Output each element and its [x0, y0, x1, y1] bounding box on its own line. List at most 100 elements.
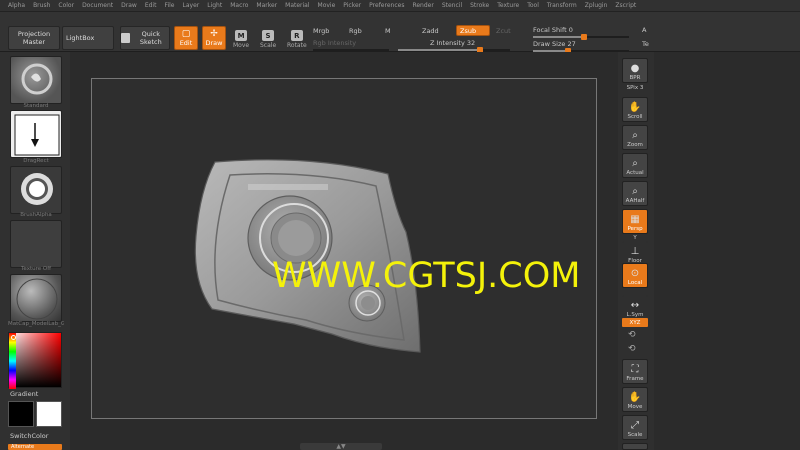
move-hand-icon: ✋ [628, 392, 642, 403]
bpr-button[interactable]: ● BPR [622, 58, 648, 83]
focal-shift-slider[interactable]: Focal Shift 0 [533, 26, 573, 34]
edit-button[interactable]: ▢ Edit [174, 26, 198, 50]
menu-zplugin[interactable]: Zplugin [585, 2, 608, 9]
stroke-label: DragRect [23, 158, 49, 164]
menu-render[interactable]: Render [412, 2, 433, 9]
rotate-axis-icon[interactable]: ⟲ [628, 330, 636, 340]
menu-movie[interactable]: Movie [318, 2, 336, 9]
alpha-label: BrushAlpha [20, 212, 52, 218]
persp-button[interactable]: ▦ Persp [622, 209, 648, 234]
zcut-toggle[interactable]: Zcut [496, 27, 511, 35]
menu-light[interactable]: Light [207, 2, 222, 9]
xyz-button[interactable]: XYZ [622, 318, 648, 327]
menu-macro[interactable]: Macro [230, 2, 248, 9]
menu-brush[interactable]: Brush [33, 2, 50, 9]
frame-icon: ⛶ [631, 364, 639, 375]
chevron-up-down-icon: ▲▼ [336, 443, 346, 450]
edge-label-a: A [642, 26, 647, 34]
menu-edit[interactable]: Edit [145, 2, 157, 9]
brush-alpha-icon [21, 173, 53, 205]
scale-button[interactable]: S Scale [260, 30, 276, 49]
rgb-toggle[interactable]: Rgb [349, 27, 362, 35]
projection-master-button[interactable]: Projection Master [8, 26, 60, 50]
rgb-intensity-slider[interactable]: Rgb Intensity [313, 39, 356, 47]
perspective-grid-icon: ▦ [630, 214, 640, 225]
document-canvas[interactable]: WWW.CGTSJ.COM [70, 52, 618, 450]
z-intensity-slider[interactable]: Z Intensity 32 [430, 39, 475, 47]
rotate-icon: R [290, 30, 303, 41]
menu-document[interactable]: Document [82, 2, 113, 9]
zadd-toggle[interactable]: Zadd [422, 27, 439, 35]
quick-sketch-button[interactable]: Quick Sketch [120, 26, 170, 50]
zsub-toggle[interactable]: Zsub [456, 25, 490, 36]
zoom-button[interactable]: ⌕ Zoom [622, 125, 648, 150]
menu-picker[interactable]: Picker [343, 2, 361, 9]
menu-bar: Alpha Brush Color Document Draw Edit File Layer… [0, 0, 800, 12]
brush-selector[interactable] [10, 56, 62, 104]
menu-alpha[interactable]: Alpha [8, 2, 25, 9]
texture-selector[interactable] [10, 220, 62, 268]
menu-tool[interactable]: Tool [527, 2, 539, 9]
rgb-intensity-track[interactable] [313, 49, 389, 51]
move-view-button[interactable]: ✋ Move [622, 387, 648, 412]
stroke-selector[interactable] [10, 110, 62, 158]
menu-marker[interactable]: Marker [256, 2, 277, 9]
menu-stencil[interactable]: Stencil [442, 2, 462, 9]
rotate-axis-icon-2[interactable]: ⟲ [628, 344, 636, 354]
left-tray: Standard DragRect BrushAlpha Texture Off… [0, 52, 70, 450]
menu-stroke[interactable]: Stroke [470, 2, 489, 9]
main-color-swatch[interactable] [8, 401, 34, 427]
watermark-text: WWW.CGTSJ.COM [272, 256, 581, 296]
gradient-label[interactable]: Gradient [10, 390, 38, 398]
local-button[interactable]: ⊙ Local [622, 263, 648, 288]
alpha-selector[interactable] [10, 166, 62, 214]
sculpt-mesh[interactable] [70, 52, 618, 450]
m-toggle[interactable]: M [385, 27, 391, 35]
brush-icon [21, 63, 53, 95]
rotate-view-button[interactable] [622, 443, 648, 450]
z-intensity-track[interactable] [398, 47, 510, 53]
scale-view-button[interactable]: ⤢ Scale [622, 415, 648, 440]
scroll-button[interactable]: ✋ Scroll [622, 97, 648, 122]
local-icon: ⊙ [630, 268, 640, 279]
rotate-button[interactable]: R Rotate [287, 30, 307, 49]
hue-strip[interactable] [9, 333, 16, 389]
menu-texture[interactable]: Texture [497, 2, 519, 9]
menu-zscript[interactable]: Zscript [615, 2, 636, 9]
move-icon: M [235, 30, 248, 41]
bottom-shelf-toggle[interactable]: ▲▼ [300, 443, 382, 450]
focal-shift-track[interactable] [533, 34, 629, 40]
switch-color-button[interactable]: SwitchColor [10, 432, 48, 440]
aahalf-button[interactable]: ⌕ AAHalf [622, 181, 648, 206]
frame-button[interactable]: ⛶ Frame [622, 359, 648, 384]
lsym-button[interactable]: ↔ L.Sym [622, 295, 648, 320]
menu-material[interactable]: Material [285, 2, 309, 9]
secondary-color-swatch[interactable] [36, 401, 62, 427]
lsym-icon: ↔ [630, 300, 640, 311]
menu-color[interactable]: Color [58, 2, 74, 9]
spix-slider[interactable]: SPix 3 [620, 85, 650, 91]
material-selector[interactable] [10, 274, 62, 322]
alternate-button[interactable]: Alternate [8, 444, 62, 450]
menu-draw[interactable]: Draw [121, 2, 137, 9]
color-cursor[interactable] [11, 335, 16, 340]
menu-transform[interactable]: Transform [547, 2, 577, 9]
mrgb-toggle[interactable]: Mrgb [313, 27, 329, 35]
focal-shift-fill [533, 36, 581, 38]
z-intensity-fill [398, 49, 478, 51]
aahalf-icon: ⌕ [632, 186, 638, 197]
menu-layer[interactable]: Layer [183, 2, 200, 9]
color-picker[interactable] [8, 332, 62, 389]
right-side-panel [654, 52, 800, 450]
lightbox-button[interactable]: LightBox [62, 26, 114, 50]
drag-rect-icon [14, 114, 60, 156]
focal-shift-knob[interactable] [581, 34, 587, 40]
menu-file[interactable]: File [164, 2, 174, 9]
quick-sketch-icon [121, 33, 130, 43]
actual-button[interactable]: ⌕ Actual [622, 153, 648, 178]
draw-button[interactable]: ✢ Draw [202, 26, 226, 50]
move-button[interactable]: M Move [233, 30, 249, 49]
draw-size-slider[interactable]: Draw Size 27 [533, 40, 576, 48]
menu-preferences[interactable]: Preferences [369, 2, 404, 9]
floor-icon: ⊥ [630, 246, 640, 257]
